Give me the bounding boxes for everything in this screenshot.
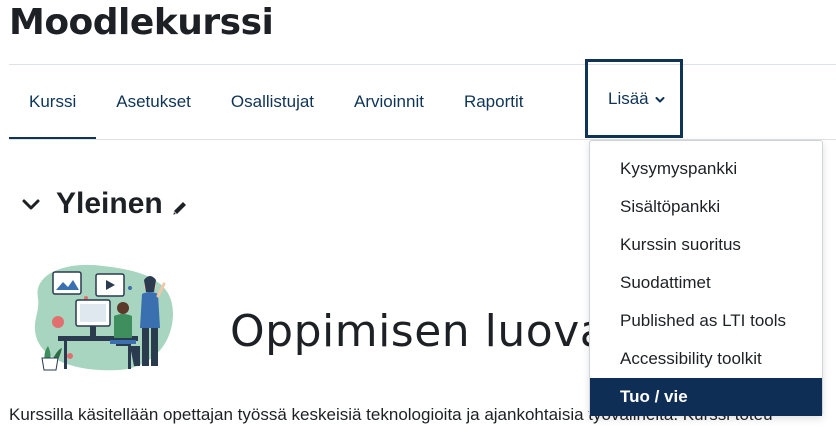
- course-banner-text: Oppimisen luovat: [230, 306, 625, 357]
- pencil-icon[interactable]: [171, 199, 189, 217]
- tab-raportit[interactable]: Raportit: [444, 65, 544, 139]
- secondary-navigation: Kurssi Asetukset Osallistujat Arvioinnit…: [9, 65, 544, 140]
- menu-item-suodattimet[interactable]: Suodattimet: [590, 264, 822, 302]
- menu-item-kysymyspankki[interactable]: Kysymyspankki: [590, 150, 822, 188]
- tab-more[interactable]: Lisää: [585, 59, 683, 138]
- section-title: Yleinen: [56, 187, 163, 220]
- section-header: Yleinen: [20, 186, 189, 222]
- menu-item-accessibility-toolkit[interactable]: Accessibility toolkit: [590, 340, 822, 378]
- more-dropdown-menu: Kysymyspankki Sisältöpankki Kurssin suor…: [589, 140, 823, 416]
- menu-item-sisaltopankki[interactable]: Sisältöpankki: [590, 188, 822, 226]
- chevron-down-icon: [655, 89, 665, 109]
- menu-item-published-as-lti-tools[interactable]: Published as LTI tools: [590, 302, 822, 340]
- tab-kurssi[interactable]: Kurssi: [9, 65, 97, 140]
- tab-more-label: Lisää: [608, 88, 649, 108]
- tab-osallistujat[interactable]: Osallistujat: [211, 65, 334, 139]
- course-page: Moodlekurssi Kurssi Asetukset Osallistuj…: [0, 0, 836, 437]
- tab-asetukset[interactable]: Asetukset: [96, 65, 211, 139]
- tab-arvioinnit[interactable]: Arvioinnit: [334, 65, 444, 139]
- menu-item-kurssin-suoritus[interactable]: Kurssin suoritus: [590, 226, 822, 264]
- page-title: Moodlekurssi: [9, 2, 274, 43]
- course-illustration: [28, 258, 178, 378]
- chevron-down-icon[interactable]: [20, 193, 42, 215]
- menu-item-tuo-vie[interactable]: Tuo / vie: [590, 378, 822, 416]
